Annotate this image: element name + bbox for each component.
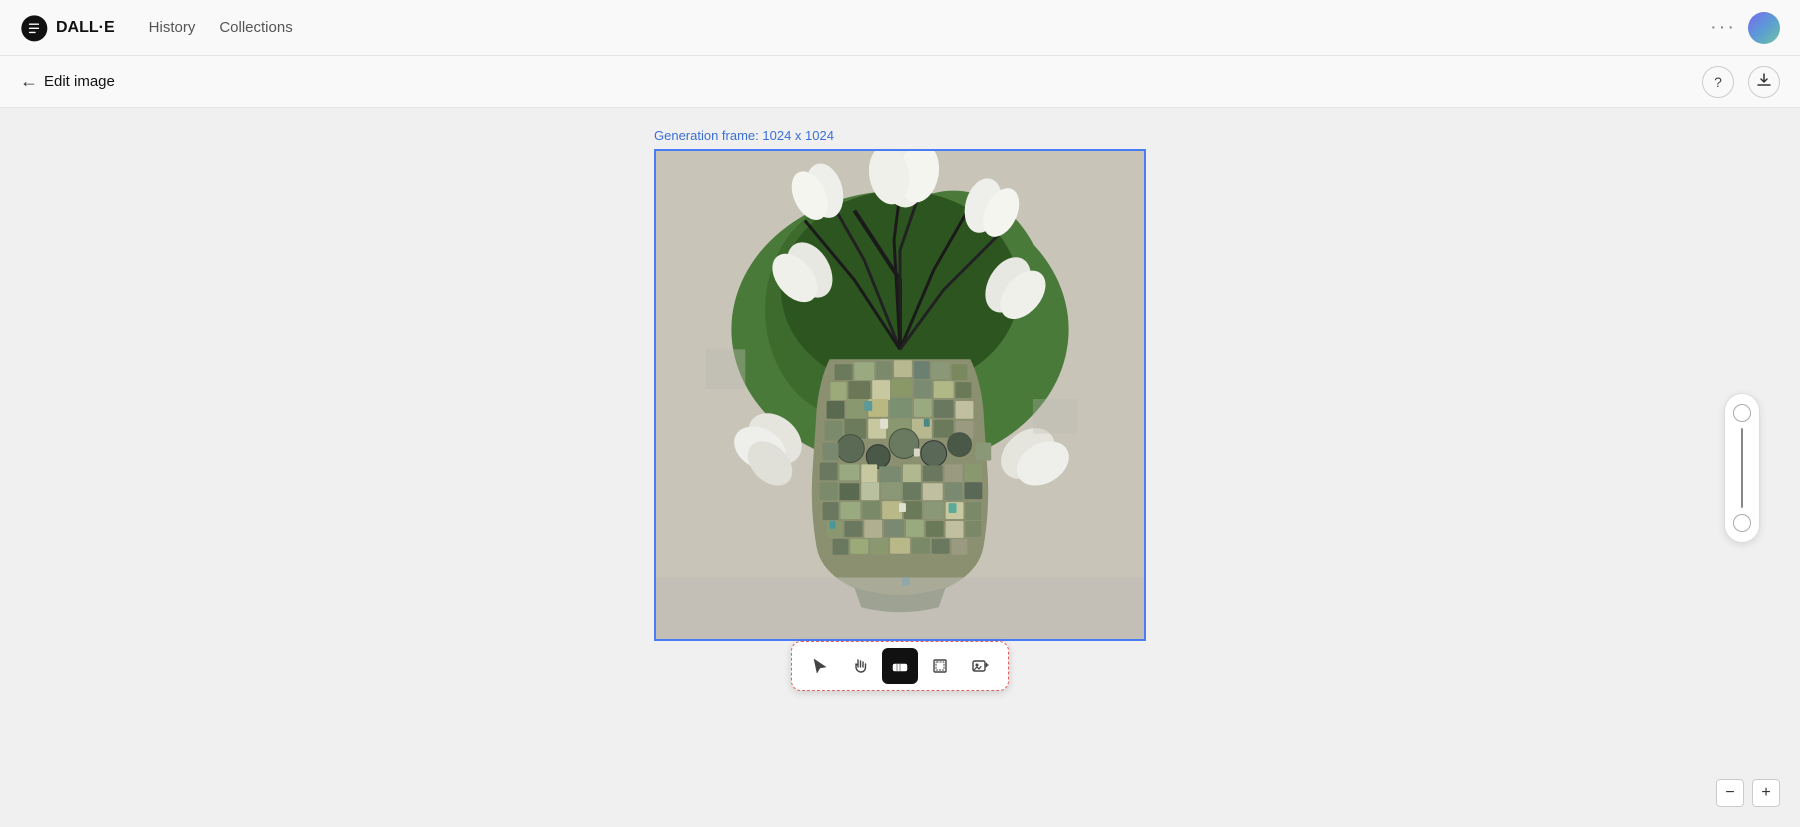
add-image-button[interactable] (962, 648, 998, 684)
zoom-controls: − + (1716, 779, 1780, 807)
image-frame[interactable] (654, 149, 1146, 641)
logo[interactable]: DALL·E (20, 14, 115, 42)
back-button[interactable]: ← Edit image (20, 71, 115, 92)
brush-size-slider[interactable] (1724, 393, 1760, 543)
page-title: Edit image (44, 73, 115, 90)
user-avatar[interactable] (1748, 12, 1780, 44)
generation-frame-label: Generation frame: 1024 x 1024 (654, 128, 834, 143)
download-button[interactable] (1748, 66, 1780, 98)
help-button[interactable]: ? (1702, 66, 1734, 98)
hand-icon (851, 657, 869, 675)
dalle-logo-icon (20, 14, 48, 42)
slider-top-handle[interactable] (1733, 404, 1751, 422)
logo-text: DALL·E (56, 19, 115, 37)
painting-canvas (656, 151, 1144, 639)
slider-track (1741, 428, 1743, 508)
add-image-icon (971, 657, 989, 675)
eraser-tool-button[interactable] (882, 648, 918, 684)
nav-more-icon[interactable]: ··· (1710, 16, 1736, 39)
floating-toolbar (791, 641, 1009, 691)
crop-tool-button[interactable] (922, 648, 958, 684)
hand-tool-button[interactable] (842, 648, 878, 684)
eraser-icon (891, 657, 909, 675)
main-content: Generation frame: 1024 x 1024 (0, 108, 1800, 827)
pointer-icon (811, 657, 829, 675)
top-nav: DALL·E History Collections ··· (0, 0, 1800, 56)
canvas-area: Generation frame: 1024 x 1024 (654, 128, 1146, 707)
pointer-tool-button[interactable] (802, 648, 838, 684)
zoom-out-button[interactable]: − (1716, 779, 1744, 807)
help-icon: ? (1714, 74, 1722, 90)
secondary-right-actions: ? (1702, 66, 1780, 98)
nav-right: ··· (1710, 12, 1780, 44)
back-arrow-icon: ← (20, 71, 38, 92)
nav-collections[interactable]: Collections (209, 13, 302, 42)
download-icon (1756, 72, 1772, 91)
nav-history[interactable]: History (139, 13, 206, 42)
nav-links: History Collections (139, 13, 303, 42)
zoom-in-button[interactable]: + (1752, 779, 1780, 807)
secondary-toolbar: ← Edit image ? (0, 56, 1800, 108)
crop-icon (931, 657, 949, 675)
slider-bottom-handle[interactable] (1733, 514, 1751, 532)
